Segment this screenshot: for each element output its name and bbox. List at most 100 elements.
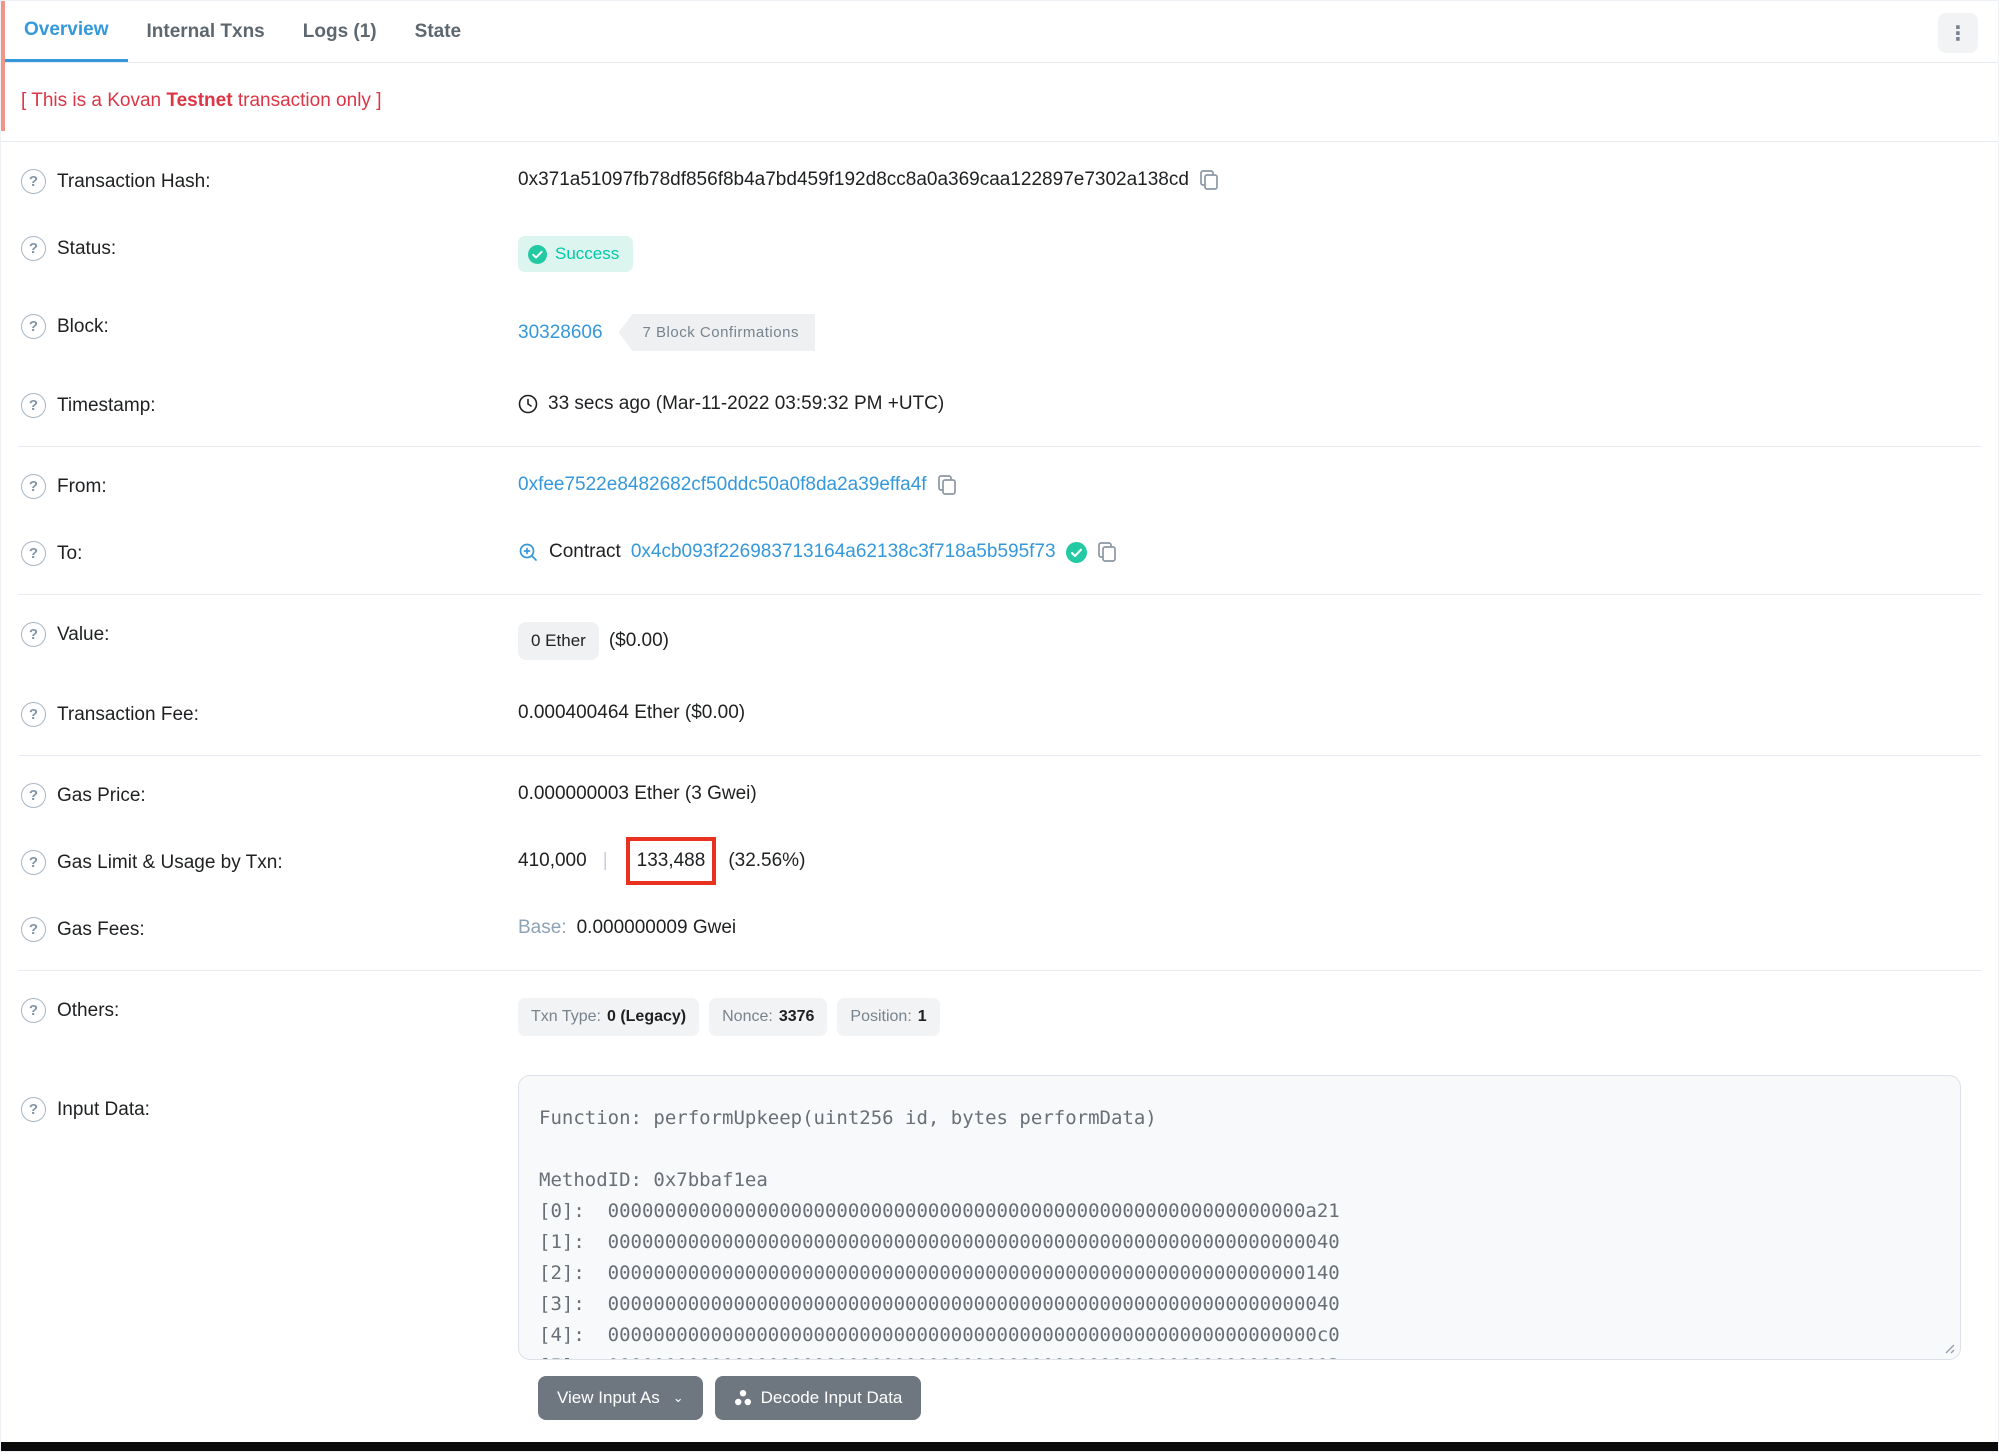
section-gas: ? Gas Price: 0.000000003 Ether (3 Gwei) … [18, 755, 1981, 970]
annotation-red-box: 133,488 [625, 837, 717, 885]
timestamp-label: Timestamp: [57, 394, 156, 416]
row-gas-price: ? Gas Price: 0.000000003 Ether (3 Gwei) [21, 762, 1981, 829]
status-label: Status: [57, 237, 117, 259]
tab-bar: Overview Internal Txns Logs (1) State ⋮ [1, 1, 1998, 63]
decode-input-data-button[interactable]: Decode Input Data [714, 1376, 922, 1420]
help-icon[interactable]: ? [21, 622, 46, 647]
bottom-black-bar [1, 1442, 1998, 1451]
kebab-icon: ⋮ [1948, 22, 1968, 45]
help-icon[interactable]: ? [21, 236, 46, 261]
row-transaction-hash: ? Transaction Hash: 0x371a51097fb78df856… [21, 148, 1998, 215]
help-icon[interactable]: ? [21, 917, 46, 942]
view-input-as-button[interactable]: View Input As ⌄ [538, 1376, 703, 1420]
help-icon[interactable]: ? [21, 314, 46, 339]
notice-bold: Testnet [166, 90, 233, 111]
transaction-hash-label: Transaction Hash: [57, 170, 211, 192]
chip-label: Position: [850, 1008, 912, 1025]
section-addresses: ? From: 0xfee7522e8482682cf50ddc50a0f8da… [18, 446, 1981, 594]
row-to: ? To: Contract 0x4cb093f226983713164a621… [21, 520, 1981, 587]
input-data-text: Function: performUpkeep(uint256 id, byte… [539, 1107, 1340, 1359]
timestamp-value: 33 secs ago (Mar-11-2022 03:59:32 PM +UT… [548, 393, 945, 414]
from-address-link[interactable]: 0xfee7522e8482682cf50ddc50a0f8da2a39effa… [518, 474, 927, 496]
more-options-button[interactable]: ⋮ [1938, 13, 1978, 53]
help-icon[interactable]: ? [21, 474, 46, 499]
resize-handle-icon[interactable] [1941, 1340, 1955, 1354]
section-overview-top: ? Transaction Hash: 0x371a51097fb78df856… [1, 142, 1998, 446]
input-data-label: Input Data: [57, 1098, 150, 1120]
copy-icon[interactable] [1097, 541, 1117, 563]
nonce-chip: Nonce: 3376 [709, 998, 828, 1036]
row-gas-limit-usage: ? Gas Limit & Usage by Txn: 410,000 | 13… [21, 829, 1981, 896]
to-label: To: [57, 542, 83, 564]
row-input-data: ? Input Data: Function: performUpkeep(ui… [21, 1057, 1981, 1360]
ether-value-badge: 0 Ether [518, 622, 599, 660]
view-input-as-label: View Input As [557, 1388, 660, 1407]
section-value-fee: ? Value: 0 Ether ($0.00) ? Transaction F… [18, 594, 1981, 755]
help-icon[interactable]: ? [21, 850, 46, 875]
help-icon[interactable]: ? [21, 1097, 46, 1122]
help-icon[interactable]: ? [21, 393, 46, 418]
gas-price-label: Gas Price: [57, 784, 146, 806]
chip-value: 0 (Legacy) [606, 1008, 687, 1025]
value-usd: ($0.00) [608, 630, 670, 651]
section-others-input: ? Others: Txn Type: 0 (Legacy) Nonce: 33… [18, 970, 1981, 1454]
others-label: Others: [57, 999, 120, 1021]
block-number-link[interactable]: 30328606 [518, 322, 603, 344]
chip-label: Txn Type: [531, 1008, 601, 1025]
gas-limit-value: 410,000 [518, 850, 587, 871]
gas-fees-base-label: Base: [518, 917, 567, 938]
row-timestamp: ? Timestamp: 33 secs ago (Mar-11-2022 03… [21, 372, 1998, 439]
copy-icon[interactable] [937, 474, 957, 496]
help-icon[interactable]: ? [21, 541, 46, 566]
decode-icon [734, 1390, 751, 1406]
check-circle-icon [528, 244, 547, 264]
chevron-down-icon: ⌄ [672, 1390, 684, 1405]
transaction-fee-label: Transaction Fee: [57, 703, 199, 725]
row-others: ? Others: Txn Type: 0 (Legacy) Nonce: 33… [21, 977, 1981, 1057]
input-data-textarea[interactable]: Function: performUpkeep(uint256 id, byte… [518, 1075, 1961, 1360]
testnet-notice: [ This is a Kovan Testnet transaction on… [1, 63, 1998, 142]
help-icon[interactable]: ? [21, 169, 46, 194]
row-block: ? Block: 30328606 7 Block Confirmations [21, 293, 1998, 372]
tab-overview[interactable]: Overview [5, 1, 128, 62]
to-address-link[interactable]: 0x4cb093f226983713164a62138c3f718a5b595f… [631, 541, 1056, 563]
gas-price-value: 0.000000003 Ether (3 Gwei) [518, 783, 757, 804]
transaction-fee-value: 0.000400464 Ether ($0.00) [518, 702, 746, 723]
chip-value: 1 [917, 1008, 927, 1025]
chip-value: 3376 [778, 1008, 815, 1025]
status-badge-text: Success [555, 244, 620, 263]
block-label: Block: [57, 315, 109, 337]
help-icon[interactable]: ? [21, 702, 46, 727]
gas-usage-percent: (32.56%) [728, 850, 806, 871]
txn-type-chip: Txn Type: 0 (Legacy) [518, 998, 700, 1036]
to-contract-prefix: Contract [549, 541, 621, 562]
help-icon[interactable]: ? [21, 998, 46, 1023]
decode-input-data-label: Decode Input Data [760, 1388, 903, 1407]
copy-icon[interactable] [1199, 169, 1219, 191]
left-edge-artifact [1, 1, 5, 131]
row-gas-fees: ? Gas Fees: Base: 0.000000009 Gwei [21, 896, 1981, 963]
notice-suffix: transaction only ] [232, 90, 382, 111]
tab-logs[interactable]: Logs (1) [284, 1, 396, 62]
gas-fees-base-value: 0.000000009 Gwei [576, 917, 737, 938]
status-badge: Success [518, 236, 634, 272]
row-transaction-fee: ? Transaction Fee: 0.000400464 Ether ($0… [21, 681, 1981, 748]
transaction-hash-value: 0x371a51097fb78df856f8b4a7bd459f192d8cc8… [518, 169, 1189, 190]
verified-check-icon [1065, 541, 1087, 563]
tab-state[interactable]: State [396, 1, 480, 62]
gas-usage-value: 133,488 [636, 850, 706, 871]
notice-prefix: [ This is a Kovan [21, 90, 167, 111]
tab-internal-txns[interactable]: Internal Txns [128, 1, 284, 62]
gas-fees-label: Gas Fees: [57, 918, 145, 940]
block-confirmations-badge: 7 Block Confirmations [618, 314, 815, 351]
input-data-actions: View Input As ⌄ Decode Input Data [538, 1376, 1981, 1420]
value-label: Value: [57, 623, 110, 645]
zoom-in-icon[interactable] [518, 542, 539, 563]
row-status: ? Status: Success [21, 215, 1998, 293]
chip-label: Nonce: [722, 1008, 773, 1025]
row-value: ? Value: 0 Ether ($0.00) [21, 601, 1981, 681]
from-label: From: [57, 475, 107, 497]
separator-bar: | [602, 850, 608, 871]
row-from: ? From: 0xfee7522e8482682cf50ddc50a0f8da… [21, 453, 1981, 520]
help-icon[interactable]: ? [21, 783, 46, 808]
